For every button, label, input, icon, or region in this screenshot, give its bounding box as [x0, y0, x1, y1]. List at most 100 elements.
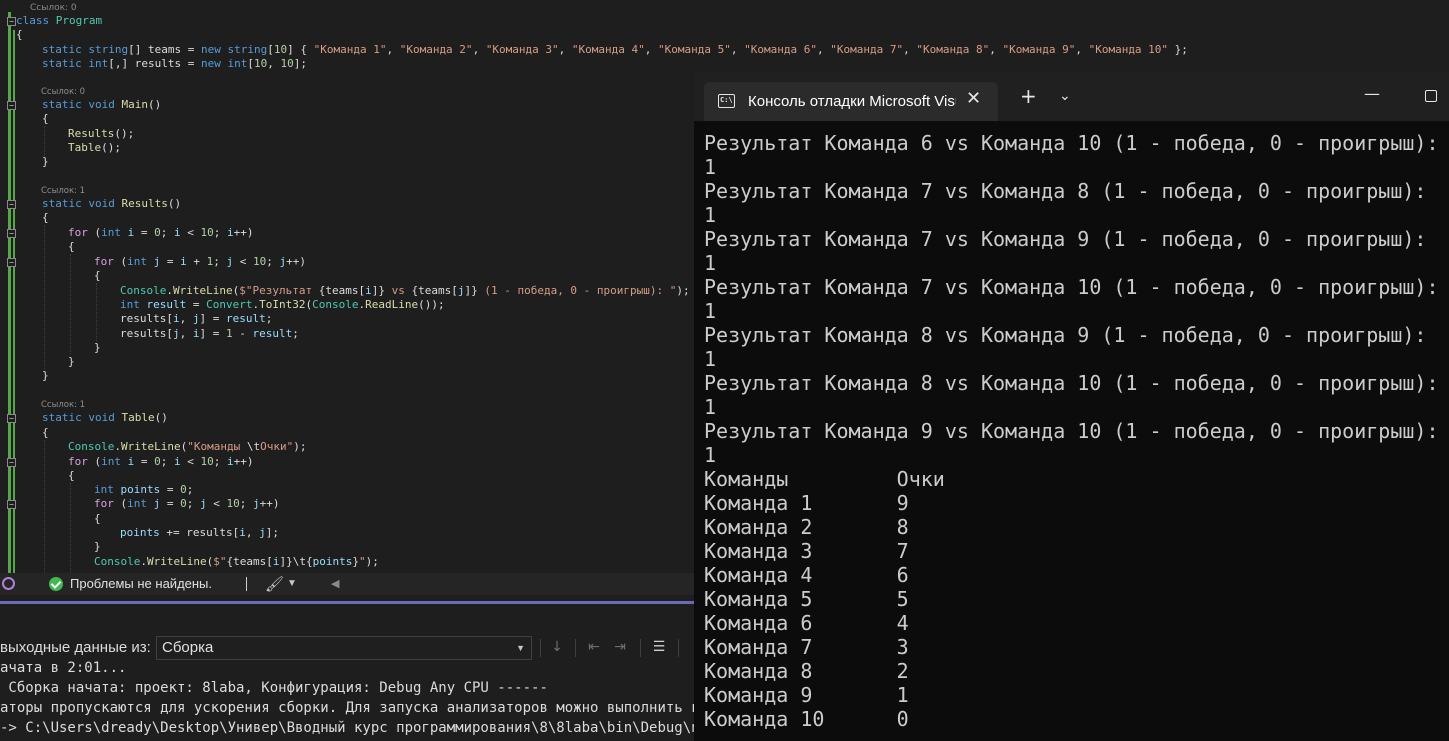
problems-status[interactable]: Проблемы не найдены. — [70, 573, 212, 595]
fold-toggle-icon[interactable]: − — [7, 17, 16, 26]
code-line[interactable]: } — [68, 355, 75, 369]
console-line: 1 — [704, 251, 717, 275]
check-circle-icon[interactable] — [49, 577, 63, 591]
code-token: results[ — [120, 312, 173, 325]
copilot-icon[interactable] — [2, 577, 15, 590]
reference-count[interactable]: Ссылок: 1 — [41, 186, 85, 196]
code-token: ; — [160, 226, 174, 239]
find-icon[interactable]: ↓ — [547, 637, 567, 657]
chevron-down-icon[interactable]: ⌄ — [1059, 88, 1071, 104]
code-line[interactable]: for (int i = 0; i < 10; i++) — [68, 226, 254, 240]
code-line[interactable]: Console.WriteLine($"Результат {teams[i]}… — [120, 284, 690, 298]
code-line[interactable]: { — [68, 469, 75, 483]
code-line[interactable]: { — [94, 269, 101, 283]
code-line[interactable]: results[j, i] = 1 - result; — [120, 327, 299, 341]
code-line[interactable]: for (int j = 0; j < 10; j++) — [94, 497, 280, 511]
fold-toggle-icon[interactable]: − — [7, 229, 16, 238]
code-token: for — [94, 255, 121, 268]
plus-icon[interactable]: + — [1020, 86, 1037, 106]
code-line[interactable]: static string[] teams = new string[10] {… — [42, 43, 1188, 57]
code-token: { — [305, 555, 313, 568]
code-token: 10 — [253, 255, 267, 268]
code-line[interactable]: } — [94, 341, 101, 355]
code-token: points — [312, 555, 353, 568]
code-token: teams[ — [418, 284, 458, 297]
code-line[interactable]: { — [42, 112, 49, 126]
fold-toggle-icon[interactable]: − — [7, 414, 16, 423]
code-line[interactable]: Console.WriteLine($"{teams[i]}\t{points}… — [94, 555, 379, 569]
reference-count[interactable]: Ссылок: 0 — [41, 87, 85, 97]
code-line[interactable]: Table(); — [68, 141, 121, 155]
code-line[interactable]: } — [94, 540, 101, 554]
code-line[interactable]: { — [16, 28, 23, 42]
output-source-select[interactable]: Сборка ▼ — [156, 636, 532, 660]
code-line[interactable]: class Program — [16, 14, 102, 28]
code-token: Console — [120, 284, 167, 297]
code-token: string — [227, 43, 268, 56]
code-line[interactable]: static void Table() — [42, 411, 168, 425]
code-line[interactable]: } — [42, 155, 49, 169]
clear-all-icon[interactable]: ☰ — [649, 637, 669, 657]
code-line[interactable]: static void Results() — [42, 197, 181, 211]
code-token: int — [101, 455, 128, 468]
code-token: int — [101, 226, 128, 239]
fold-toggle-icon[interactable]: − — [7, 458, 16, 467]
code-token: Main — [121, 98, 148, 111]
code-line[interactable]: Results(); — [68, 127, 134, 141]
code-token: } — [68, 355, 75, 368]
code-line[interactable]: results[i, j] = result; — [120, 312, 272, 326]
code-line[interactable]: for (int i = 0; i < 10; i++) — [68, 455, 254, 469]
code-token: static — [42, 411, 89, 424]
code-line[interactable]: int result = Convert.ToInt32(Console.Rea… — [120, 298, 445, 312]
code-line[interactable]: { — [42, 211, 49, 225]
code-token: = — [160, 483, 181, 496]
code-line[interactable]: Console.WriteLine("Команды \tОчки"); — [68, 440, 306, 454]
console-output[interactable]: Результат Команда 6 vs Команда 10 (1 - п… — [704, 131, 1449, 731]
code-token: (1 - победа, 0 - проигрыш): " — [477, 284, 677, 297]
code-line[interactable]: static int[,] results = new int[10, 10]; — [42, 57, 307, 71]
code-line[interactable]: { — [42, 426, 49, 440]
code-token: int — [94, 483, 121, 496]
code-token: ; — [213, 455, 227, 468]
next-message-icon[interactable]: ⇥ — [610, 637, 630, 657]
minimize-icon[interactable]: — — [1364, 84, 1380, 103]
reference-count[interactable]: Ссылок: 0 — [30, 3, 77, 13]
code-line[interactable]: static void Main() — [42, 98, 161, 112]
code-token: { — [94, 512, 101, 525]
previous-message-icon[interactable]: ⇤ — [584, 637, 604, 657]
maximize-icon[interactable] — [1425, 90, 1437, 102]
console-line: Результат Команда 6 vs Команда 10 (1 - п… — [704, 131, 1439, 155]
code-line[interactable]: { — [68, 240, 75, 254]
code-token: , — [472, 43, 486, 56]
code-token: < — [233, 255, 253, 268]
code-token: ; — [186, 497, 200, 510]
code-token: int — [120, 298, 147, 311]
close-icon[interactable]: ✕ — [966, 88, 981, 109]
console-line: Результат Команда 7 vs Команда 8 (1 - по… — [704, 179, 1427, 203]
code-token: ] { — [287, 43, 314, 56]
fold-toggle-icon[interactable]: − — [7, 101, 16, 110]
brush-icon[interactable]: 🖌︎ — [265, 574, 284, 596]
code-line[interactable]: int points = 0; — [94, 483, 193, 497]
code-line[interactable]: points += results[i, j]; — [120, 526, 279, 540]
fold-toggle-icon[interactable]: − — [7, 258, 16, 267]
code-token: "Команда 7" — [830, 43, 904, 56]
console-tab-title: Консоль отладки Microsoft Visual Studio — [748, 93, 956, 110]
reference-count[interactable]: Ссылок: 1 — [41, 400, 85, 410]
console-tab[interactable]: C:\ Консоль отладки Microsoft Visual Stu… — [704, 82, 998, 121]
debug-console-window[interactable]: C:\ Консоль отладки Microsoft Visual Stu… — [694, 72, 1449, 741]
toolbar-divider — [640, 639, 641, 657]
code-token: }; — [1168, 43, 1188, 56]
fold-toggle-icon[interactable]: − — [7, 200, 16, 209]
scroll-left-arrow-icon[interactable]: ◀ — [331, 573, 339, 595]
fold-toggle-icon[interactable]: − — [7, 500, 16, 509]
code-line[interactable]: { — [94, 512, 101, 526]
code-line[interactable]: for (int j = i + 1; j < 10; j++) — [94, 255, 306, 269]
code-token: Console — [94, 555, 141, 568]
code-token: j — [253, 497, 260, 510]
code-token: + — [186, 255, 207, 268]
chevron-down-icon[interactable]: ▼ — [287, 573, 297, 595]
code-token: Table — [68, 141, 102, 154]
code-token: 0 — [154, 226, 161, 239]
code-line[interactable]: } — [42, 369, 49, 383]
